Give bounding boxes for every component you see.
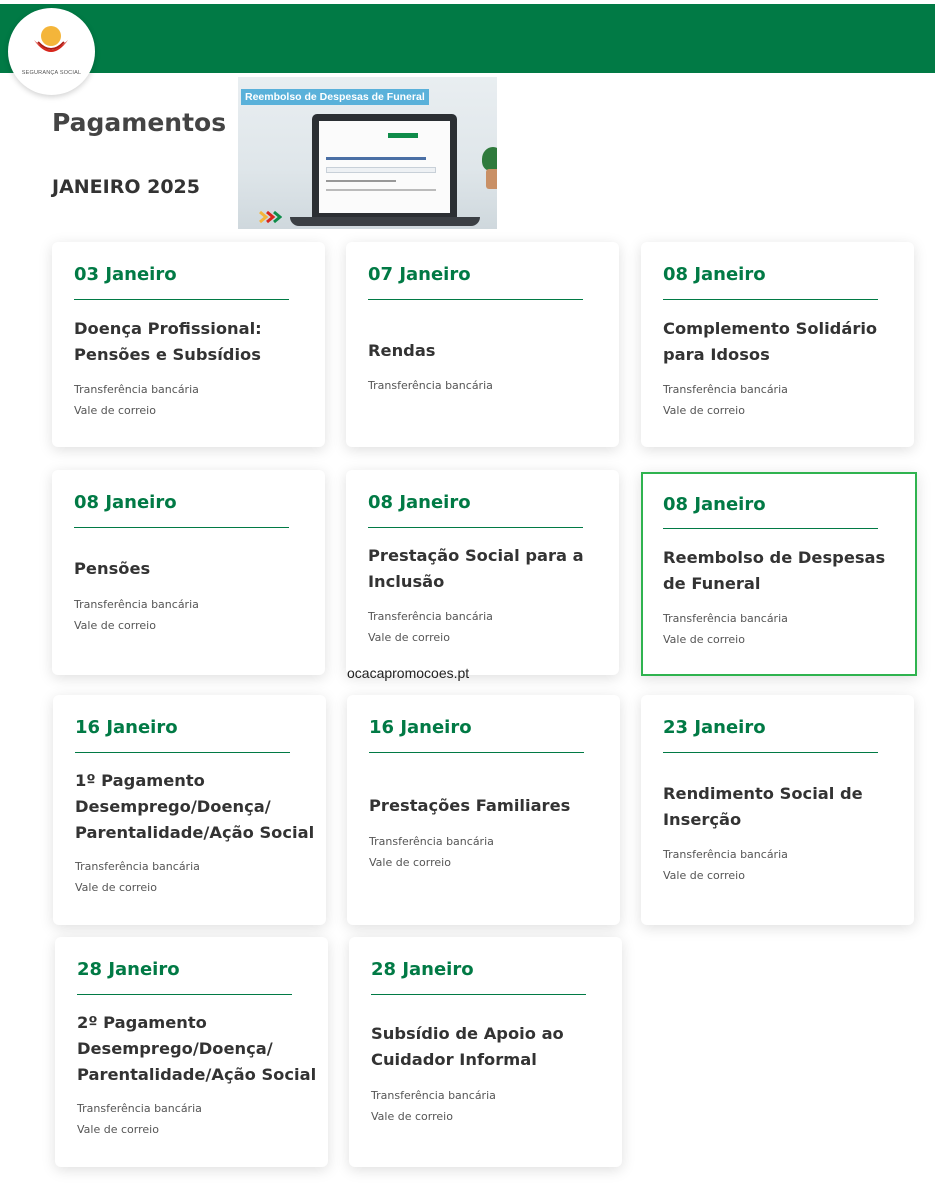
laptop-ui-field bbox=[326, 167, 436, 173]
divider bbox=[371, 994, 586, 995]
divider bbox=[74, 299, 289, 300]
benefit-name: Prestação Social para a Inclusão bbox=[368, 546, 584, 591]
benefit-name: Complemento Solidário para Idosos bbox=[663, 319, 878, 364]
payment-methods: Transferência bancária Vale de correio bbox=[369, 835, 494, 869]
logo-emblem-icon bbox=[34, 26, 68, 52]
benefit-name: Doença Profissional: Pensões e Subsídios bbox=[74, 319, 262, 364]
payment-methods: Transferência bancária Vale de correio bbox=[75, 860, 200, 894]
payment-methods: Transferência bancária Vale de correio bbox=[74, 598, 199, 632]
benefit-name: Rendimento Social de Inserção bbox=[663, 784, 863, 829]
payment-card[interactable]: 16 Janeiro Prestações Familiares Transfe… bbox=[347, 695, 620, 925]
header-bar bbox=[0, 4, 935, 73]
page-title: Pagamentos bbox=[52, 108, 227, 137]
payment-card-selected[interactable]: 08 Janeiro Reembolso de Despesas de Funer… bbox=[641, 472, 917, 676]
payment-methods: Transferência bancária Vale de correio bbox=[663, 848, 788, 882]
payment-card[interactable]: 28 Janeiro 2º Pagamento Desemprego/Doença… bbox=[55, 937, 328, 1167]
divider bbox=[75, 752, 290, 753]
plant-pot-decoration bbox=[486, 169, 497, 189]
divider bbox=[663, 752, 878, 753]
laptop-base bbox=[290, 217, 480, 226]
divider bbox=[663, 528, 878, 529]
chevrons-icon bbox=[259, 210, 282, 224]
divider bbox=[369, 752, 584, 753]
payment-card[interactable]: 23 Janeiro Rendimento Social de Inserção … bbox=[641, 695, 914, 925]
benefit-name: Subsídio de Apoio ao Cuidador Informal bbox=[371, 1024, 564, 1069]
watermark-text: ocacapromocoes.pt bbox=[347, 665, 470, 681]
plant-leaf-decoration bbox=[482, 147, 497, 171]
payment-date: 08 Janeiro bbox=[368, 492, 471, 513]
payment-date: 28 Janeiro bbox=[77, 959, 180, 980]
payment-methods: Transferência bancária Vale de correio bbox=[663, 383, 788, 417]
payment-date: 16 Janeiro bbox=[369, 717, 472, 738]
page-subtitle: JANEIRO 2025 bbox=[52, 176, 201, 198]
laptop-ui-heading bbox=[326, 157, 426, 160]
payment-date: 08 Janeiro bbox=[663, 494, 766, 515]
divider bbox=[368, 299, 583, 300]
benefit-name: Pensões bbox=[74, 559, 151, 578]
payment-card[interactable]: 08 Janeiro Prestação Social para a Inclus… bbox=[346, 470, 619, 675]
benefit-name: Prestações Familiares bbox=[369, 796, 571, 815]
payment-date: 08 Janeiro bbox=[74, 492, 177, 513]
payment-card[interactable]: 03 Janeiro Doença Profissional: Pensões e… bbox=[52, 242, 325, 447]
divider bbox=[663, 299, 878, 300]
seguranca-social-logo[interactable]: SEGURANÇA SOCIAL bbox=[8, 8, 95, 95]
benefit-name: Rendas bbox=[368, 341, 436, 360]
banner-title: Reembolso de Despesas de Funeral bbox=[241, 89, 429, 105]
payment-date: 16 Janeiro bbox=[75, 717, 178, 738]
payment-date: 23 Janeiro bbox=[663, 717, 766, 738]
payment-date: 28 Janeiro bbox=[371, 959, 474, 980]
divider bbox=[77, 994, 292, 995]
promo-banner-image[interactable]: Reembolso de Despesas de Funeral bbox=[238, 77, 497, 229]
payment-date: 03 Janeiro bbox=[74, 264, 177, 285]
payment-card[interactable]: 28 Janeiro Subsídio de Apoio ao Cuidador … bbox=[349, 937, 622, 1167]
logo-text: SEGURANÇA SOCIAL bbox=[21, 70, 82, 76]
laptop-ui-button bbox=[388, 133, 418, 138]
benefit-name: 1º Pagamento Desemprego/Doença/Parentalid… bbox=[75, 771, 315, 842]
payment-date: 07 Janeiro bbox=[368, 264, 471, 285]
payment-methods: Transferência bancária Vale de correio bbox=[74, 383, 199, 417]
divider bbox=[74, 527, 289, 528]
payment-methods: Transferência bancária Vale de correio bbox=[368, 610, 493, 644]
benefit-name: Reembolso de Despesas de Funeral bbox=[663, 548, 886, 593]
payment-date: 08 Janeiro bbox=[663, 264, 766, 285]
payment-card[interactable]: 07 Janeiro Rendas Transferência bancária bbox=[346, 242, 619, 447]
payment-methods: Transferência bancária Vale de correio bbox=[77, 1102, 202, 1136]
benefit-name: 2º Pagamento Desemprego/Doença/Parentalid… bbox=[77, 1013, 317, 1084]
laptop-ui-text bbox=[326, 189, 436, 191]
payment-card[interactable]: 08 Janeiro Complemento Solidário para Ido… bbox=[641, 242, 914, 447]
divider bbox=[368, 527, 583, 528]
payment-methods: Transferência bancária Vale de correio bbox=[663, 612, 788, 646]
payment-methods: Transferência bancária Vale de correio bbox=[371, 1089, 496, 1123]
payment-card[interactable]: 16 Janeiro 1º Pagamento Desemprego/Doença… bbox=[53, 695, 326, 925]
payment-card[interactable]: 08 Janeiro Pensões Transferência bancári… bbox=[52, 470, 325, 675]
payment-methods: Transferência bancária bbox=[368, 379, 493, 392]
laptop-ui-text bbox=[326, 180, 396, 182]
